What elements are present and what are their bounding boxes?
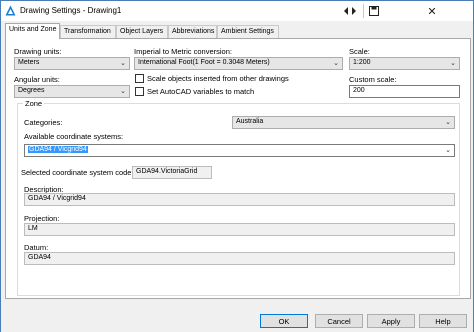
apply-button[interactable]: Apply — [367, 314, 415, 328]
tab-transformation[interactable]: Transformation — [60, 25, 116, 38]
datum-field: GDA94 — [24, 252, 455, 265]
set-variables-label: Set AutoCAD variables to match — [147, 87, 255, 96]
cancel-button[interactable]: Cancel — [315, 314, 363, 328]
close-icon[interactable]: ✕ — [421, 1, 443, 21]
chevron-down-icon: ⌄ — [445, 119, 451, 126]
scale-objects-checkbox[interactable] — [135, 74, 144, 83]
description-field: GDA94 / Vicgrid94 — [24, 193, 455, 206]
restore-icon[interactable] — [365, 1, 383, 21]
tab-object-layers[interactable]: Object Layers — [116, 25, 168, 38]
tab-strip: Units and Zone Transformation Object Lay… — [5, 23, 471, 39]
tab-units-and-zone[interactable]: Units and Zone — [5, 23, 60, 39]
categories-value: Australia — [236, 118, 264, 125]
angular-units-select[interactable]: Degrees ⌄ — [14, 85, 130, 98]
chevron-down-icon: ⌄ — [120, 60, 126, 67]
civil3d-app-icon — [5, 5, 16, 16]
pin-icon[interactable] — [339, 1, 361, 21]
drawing-units-value: Meters — [18, 59, 40, 66]
datum-label: Datum: — [24, 243, 49, 252]
scale-select[interactable]: 1:200 ⌄ — [349, 57, 460, 70]
zone-legend: Zone — [23, 99, 45, 108]
window-title: Drawing Settings - Drawing1 — [20, 6, 122, 15]
titlebar-separator — [363, 4, 364, 18]
tab-ambient-settings[interactable]: Ambient Settings — [217, 25, 279, 38]
ok-button[interactable]: OK — [260, 314, 308, 328]
scale-label: Scale: — [349, 47, 370, 56]
categories-label: Categories: — [24, 118, 63, 127]
chevron-down-icon: ⌄ — [450, 60, 456, 67]
imperial-conversion-label: Imperial to Metric conversion: — [134, 47, 232, 56]
available-systems-value: GDA94 / Vicgrid94 — [28, 146, 88, 153]
available-systems-label: Available coordinate systems: — [24, 132, 124, 141]
custom-scale-input[interactable]: 200 — [349, 85, 460, 98]
projection-field: LM — [24, 223, 455, 236]
imperial-conversion-select[interactable]: International Foot(1 Foot = 0.3048 Meter… — [134, 57, 343, 70]
drawing-settings-dialog: Drawing Settings - Drawing1 ✕ Units and … — [0, 0, 474, 332]
chevron-down-icon: ⌄ — [333, 60, 339, 67]
angular-units-value: Degrees — [18, 87, 45, 94]
scale-value: 1:200 — [353, 59, 371, 66]
categories-select[interactable]: Australia ⌄ — [232, 116, 455, 129]
scale-objects-label: Scale objects inserted from other drawin… — [147, 74, 289, 83]
units-and-zone-panel: Drawing units: Meters ⌄ Imperial to Metr… — [5, 38, 471, 299]
available-systems-select[interactable]: GDA94 / Vicgrid94 ⌄ — [24, 144, 455, 157]
tab-abbreviations[interactable]: Abbreviations — [168, 25, 217, 38]
drawing-units-select[interactable]: Meters ⌄ — [14, 57, 130, 70]
chevron-down-icon: ⌄ — [120, 88, 126, 95]
custom-scale-label: Custom scale: — [349, 75, 397, 84]
button-bar: OK Cancel Apply Help — [1, 302, 473, 332]
set-variables-checkbox[interactable] — [135, 87, 144, 96]
projection-label: Projection: — [24, 214, 60, 223]
imperial-conversion-value: International Foot(1 Foot = 0.3048 Meter… — [138, 59, 270, 66]
title-bar[interactable]: Drawing Settings - Drawing1 ✕ — [1, 1, 473, 21]
selected-code-field: GDA94.VictoriaGrid — [132, 166, 212, 179]
help-button[interactable]: Help — [419, 314, 467, 328]
angular-units-label: Angular units: — [14, 75, 60, 84]
selected-code-label: Selected coordinate system code: — [21, 168, 134, 177]
drawing-units-label: Drawing units: — [14, 47, 62, 56]
chevron-down-icon: ⌄ — [445, 147, 451, 154]
